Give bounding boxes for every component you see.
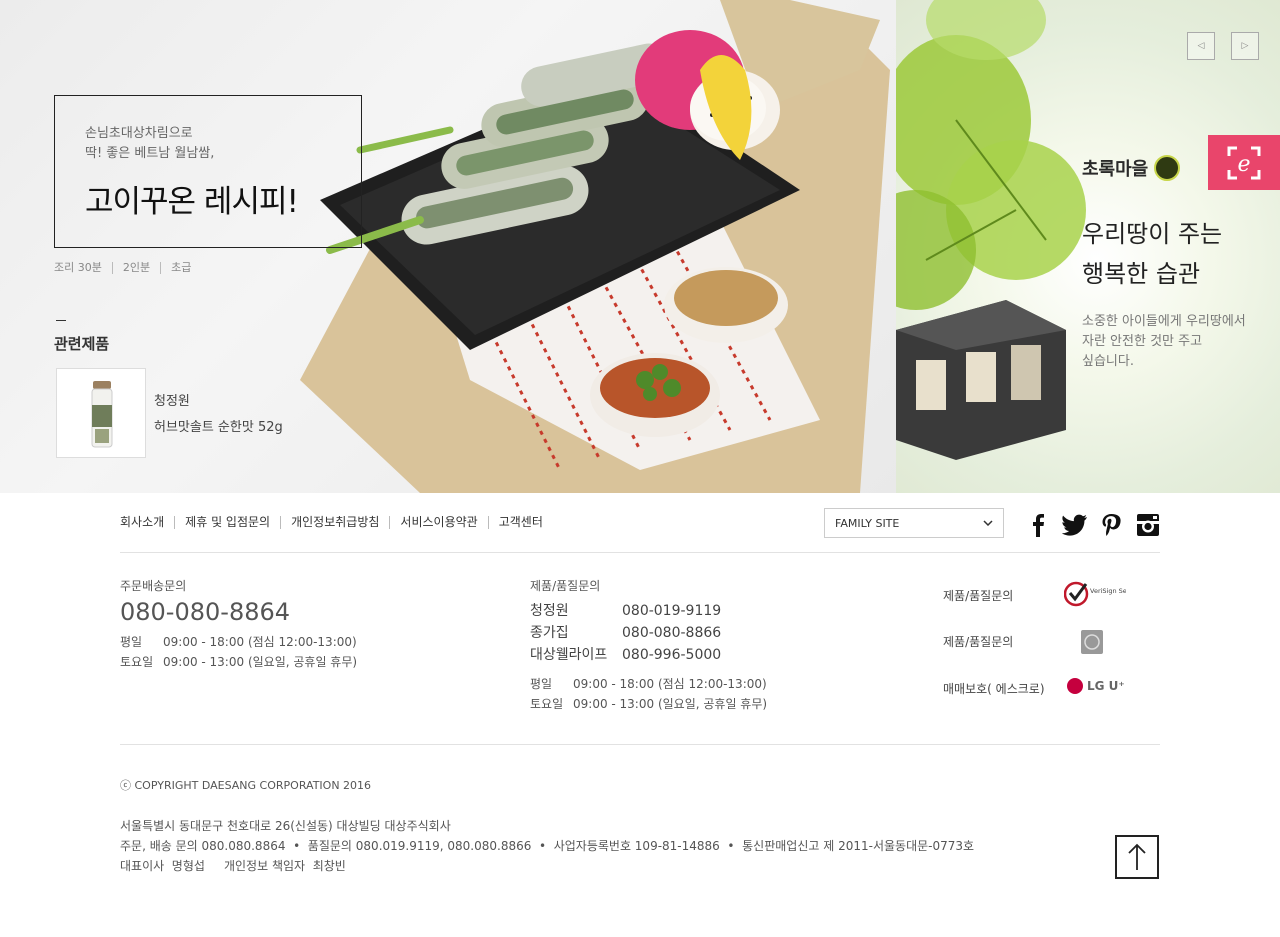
nav-privacy[interactable]: 개인정보취급방침 — [280, 516, 389, 529]
address-line: 서울특별시 동대문구 천호대로 26(신설동) 대상빌딩 대상주식회사 — [120, 819, 451, 833]
quality-brand: 대상웰라이프 — [530, 647, 608, 663]
verisign-text: VeriSign Secured — [1090, 587, 1126, 595]
hours-time: 09:00 - 18:00 (점심 12:00-13:00) — [573, 677, 767, 691]
product-thumbnail[interactable] — [56, 368, 146, 458]
quality-phone: 080-019-9119 — [622, 603, 722, 619]
quality-brand: 청정원 — [530, 603, 569, 619]
family-site-select[interactable]: FAMILY SITE — [824, 508, 1004, 538]
chevron-down-icon — [983, 520, 993, 526]
hours-day: 평일 — [120, 635, 143, 649]
delivery-phone: 080-080-8864 — [120, 598, 291, 626]
pinterest-icon[interactable] — [1099, 513, 1123, 537]
triangle-left-icon: ◁ — [1197, 41, 1205, 51]
cert-label: 제품/품질문의 — [943, 589, 1014, 603]
cook-time: 조리 30분 — [54, 261, 102, 274]
recipe-subtitle: 손님초대상차림으로 딱! 좋은 베트남 월남쌈, — [85, 126, 215, 161]
quality-seal-icon[interactable] — [1080, 629, 1104, 655]
copyright: ⓒ COPYRIGHT DAESANG CORPORATION 2016 — [120, 779, 372, 792]
nav-partnership[interactable]: 제휴 및 입점문의 — [174, 516, 280, 529]
contact-line: 주문, 배송 문의 080.080.8864 • 품질문의 080.019.91… — [120, 839, 975, 853]
svg-text:e: e — [1237, 152, 1250, 177]
facebook-icon[interactable] — [1026, 513, 1050, 537]
twitter-icon[interactable] — [1062, 513, 1088, 537]
related-products-title: 관련제품 — [54, 335, 110, 353]
recipe-visual: 손님초대상차림으로 딱! 좋은 베트남 월남쌈, 고이꾸온 레시피! 조리 30… — [0, 0, 896, 493]
seasoning-bottle-image — [91, 381, 113, 448]
promo-headline: 우리땅이 주는 행복한 습관 — [1082, 220, 1223, 288]
footer-nav: 회사소개 제휴 및 입점문의 개인정보취급방침 서비스이용약관 고객센터 — [120, 516, 553, 529]
related-divider — [56, 320, 66, 321]
hours-time: 09:00 - 18:00 (점심 12:00-13:00) — [163, 635, 357, 649]
hero-banner: 손님초대상차림으로 딱! 좋은 베트남 월남쌈, 고이꾸온 레시피! 조리 30… — [0, 0, 1280, 493]
hours-time: 09:00 - 13:00 (일요일, 공휴일 휴무) — [163, 655, 358, 669]
arrow-up-icon — [1128, 843, 1146, 870]
verisign-badge-icon[interactable]: VeriSign Secured — [1064, 578, 1126, 610]
footer-divider-top — [120, 552, 1160, 553]
hours-day: 토요일 — [120, 655, 154, 669]
quality-row: 종가집 080-080-8866 — [530, 622, 721, 642]
hours-day: 평일 — [530, 677, 553, 691]
lg-logo-icon — [1067, 678, 1083, 694]
lg-uplus-badge[interactable]: LG U⁺ — [1067, 678, 1125, 694]
product-brand[interactable]: 청정원 — [154, 390, 190, 409]
brand-seal-icon — [1154, 155, 1181, 181]
recipe-title-box: 손님초대상차림으로 딱! 좋은 베트남 월남쌈, 고이꾸온 레시피! — [54, 95, 362, 248]
delivery-hours: 평일 09:00 - 18:00 (점심 12:00-13:00) 토요일 09:0… — [120, 632, 357, 672]
quality-hours: 평일 09:00 - 18:00 (점심 12:00-13:00) 토요일 09:0… — [530, 674, 767, 714]
company-info: 서울특별시 동대문구 천호대로 26(신설동) 대상빌딩 대상주식회사 주문, … — [120, 816, 974, 876]
product-name[interactable]: 허브맛솔트 순한맛 52g — [154, 416, 283, 435]
instagram-icon[interactable] — [1136, 513, 1160, 537]
slide-prev-button[interactable]: ◁ — [1187, 32, 1215, 60]
quality-phone: 080-996-5000 — [622, 647, 722, 663]
footer-divider-bottom — [120, 744, 1160, 745]
scroll-top-button[interactable] — [1115, 835, 1159, 879]
nav-terms[interactable]: 서비스이용약관 — [389, 516, 487, 529]
cert-label: 제품/품질문의 — [943, 635, 1014, 649]
quality-label: 제품/품질문의 — [530, 579, 601, 593]
promo-brand: 초록마을 — [1082, 155, 1181, 181]
slide-next-button[interactable]: ▷ — [1231, 32, 1259, 60]
recipe-meta: 조리 30분 2인분 초급 — [54, 262, 201, 274]
promo-description: 소중한 아이들에게 우리땅에서 자란 안전한 것만 주고 싶습니다. — [1082, 314, 1246, 369]
triangle-right-icon: ▷ — [1241, 41, 1249, 51]
cert-label: 매매보호( 에스크로) — [943, 682, 1045, 696]
family-site-label: FAMILY SITE — [835, 516, 900, 530]
e-shop-button[interactable]: e — [1208, 135, 1280, 190]
nav-customer-center[interactable]: 고객센터 — [487, 516, 553, 529]
difficulty: 초급 — [160, 262, 201, 274]
ceo-line: 대표이사 명형섭 개인정보 책임자 최창빈 — [120, 859, 346, 873]
quality-brand: 종가집 — [530, 625, 569, 641]
quality-phone: 080-080-8866 — [622, 625, 722, 641]
hours-time: 09:00 - 13:00 (일요일, 공휴일 휴무) — [573, 697, 768, 711]
recipe-title: 고이꾸온 레시피! — [85, 184, 299, 220]
promo-banner[interactable]: 초록마을 우리땅이 주는 행복한 습관 소중한 아이들에게 우리땅에서 자란 안… — [896, 0, 1280, 493]
nav-company[interactable]: 회사소개 — [120, 516, 174, 529]
servings: 2인분 — [111, 262, 160, 274]
delivery-label: 주문배송문의 — [120, 579, 187, 593]
e-logo-icon: e — [1227, 146, 1261, 179]
quality-row: 청정원 080-019-9119 — [530, 600, 721, 620]
hours-day: 토요일 — [530, 697, 564, 711]
lg-uplus-text: LG U⁺ — [1087, 679, 1125, 693]
promo-brand-name: 초록마을 — [1082, 159, 1149, 180]
quality-row: 대상웰라이프 080-996-5000 — [530, 644, 721, 664]
